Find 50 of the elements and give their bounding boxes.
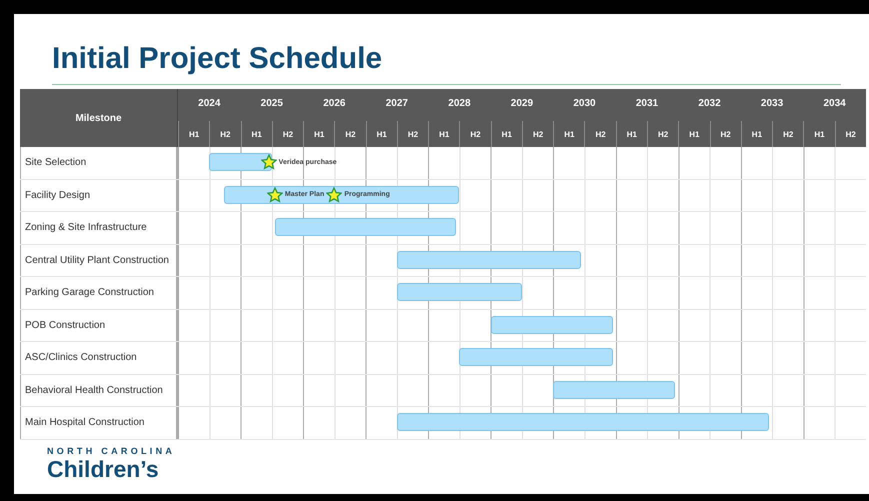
star-icon [326,186,342,202]
milestone-label: Site Selection [20,147,178,178]
year-header: 2025 [260,96,284,110]
half-year-header: H2 [459,121,491,147]
column-header: Milestone [20,89,178,147]
half-year-header: H2 [584,121,616,147]
year-header: 2033 [760,96,784,110]
half-year-header: H1 [303,121,334,147]
year-header: 2030 [572,96,597,110]
slide-title: Initial Project Schedule [52,41,382,77]
milestone-label: Parking Garage Construction [20,277,178,308]
half-year-header: H2 [396,121,428,147]
half-year-header: H1 [553,121,584,147]
logo-wordmark: Children’s [47,456,160,482]
year-header: 2034 [822,96,847,110]
half-year-header: H1 [616,121,647,147]
star-icon [260,154,277,170]
milestone-label: ASC/Clinics Construction [20,342,178,374]
half-year-header: H2 [272,121,304,147]
star-icon [266,186,283,202]
half-year-header: H2 [772,121,804,147]
half-year-header: H2 [710,121,741,147]
half-year-header: H1 [240,121,272,147]
year-header: 2028 [447,96,472,110]
year-header: 2027 [384,96,409,110]
half-year-header: H2 [522,121,554,147]
year-header: 2032 [697,96,722,110]
half-year-header: H1 [428,121,460,147]
half-year-header: H2 [646,121,678,147]
year-header: 2029 [510,96,534,110]
half-year-header: H1 [740,121,772,147]
milestone-label: Facility Design [20,180,178,211]
half-year-header: H1 [178,121,210,147]
schedule-bar [209,153,272,171]
milestone-label: Main Hospital Construction [20,407,178,438]
half-year-header: H2 [209,121,241,147]
logo-subtitle: NORTH CAROLINA [47,446,176,456]
half-year-header: H1 [366,121,397,147]
year-header: 2026 [322,96,346,110]
milestone-label: Zoning & Site Infrastructure [20,212,178,244]
milestone-label: POB Construction [20,310,178,341]
milestone-label: Central Utility Plant Construction [20,244,178,276]
half-year-header: H2 [834,121,866,147]
year-header: 2031 [634,96,660,110]
half-year-header: H2 [334,121,366,147]
year-header: 2024 [197,96,222,110]
milestone-label: Behavioral Health Construction [20,374,178,406]
half-year-header: H1 [678,121,710,147]
half-year-header: H1 [803,121,835,147]
half-year-header: H1 [490,121,522,147]
